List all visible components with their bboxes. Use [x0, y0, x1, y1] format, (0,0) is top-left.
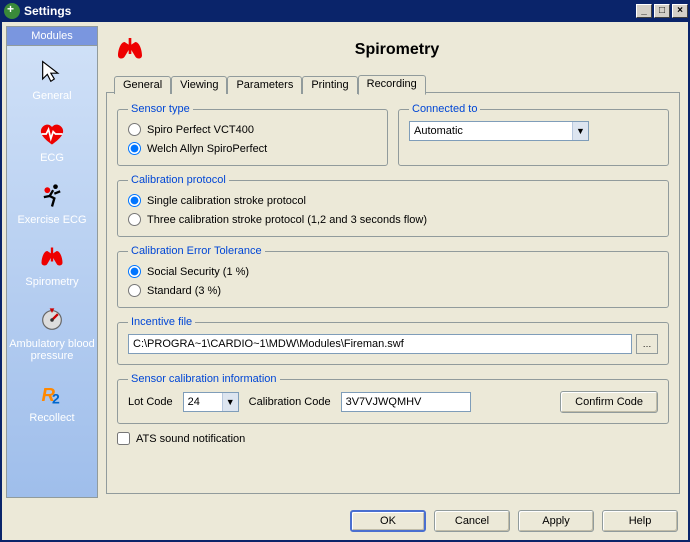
group-legend: Calibration Error Tolerance	[128, 245, 265, 257]
select-value: Automatic	[414, 125, 572, 137]
tab-strip: General Viewing Parameters Printing Reco…	[114, 74, 680, 93]
radio-err-standard[interactable]	[128, 284, 141, 297]
ok-button[interactable]: OK	[350, 510, 426, 532]
group-legend: Calibration protocol	[128, 174, 229, 186]
close-button[interactable]: ×	[672, 4, 688, 18]
module-label: General	[32, 90, 71, 102]
cursor-icon	[36, 56, 68, 88]
group-connected-to: Connected to Automatic ▼	[398, 103, 669, 166]
page-header: Spirometry	[106, 30, 680, 74]
module-label: Recollect	[29, 412, 74, 424]
browse-button[interactable]: …	[636, 334, 658, 354]
select-lot-code[interactable]: 24 ▼	[183, 392, 239, 412]
radio-sensor-spiroperfect[interactable]	[128, 142, 141, 155]
ats-sound-label: ATS sound notification	[136, 433, 245, 445]
group-legend: Sensor calibration information	[128, 373, 280, 385]
module-label: Exercise ECG	[17, 214, 86, 226]
sidebar-item-recollect[interactable]: R2 Recollect	[7, 372, 97, 434]
group-legend: Sensor type	[128, 103, 193, 115]
recollect-icon: R2	[36, 378, 68, 410]
group-legend: Incentive file	[128, 316, 195, 328]
radio-label: Single calibration stroke protocol	[147, 195, 306, 207]
tab-general[interactable]: General	[114, 76, 171, 94]
confirm-code-button[interactable]: Confirm Code	[560, 391, 658, 413]
group-sensor-calibration-info: Sensor calibration information Lot Code …	[117, 373, 669, 424]
group-sensor-type: Sensor type Spiro Perfect VCT400 Welch A…	[117, 103, 388, 166]
sidebar-item-exercise-ecg[interactable]: Exercise ECG	[7, 174, 97, 236]
radio-cal-single[interactable]	[128, 194, 141, 207]
radio-err-socialsecurity[interactable]	[128, 265, 141, 278]
bp-gauge-icon	[36, 304, 68, 336]
tab-recording[interactable]: Recording	[358, 75, 426, 95]
sidebar-item-spirometry[interactable]: Spirometry	[7, 236, 97, 298]
maximize-button[interactable]: □	[654, 4, 670, 18]
page-title: Spirometry	[154, 41, 640, 59]
module-label: ECG	[40, 152, 64, 164]
calibration-code-input[interactable]	[341, 392, 471, 412]
sidebar-item-ecg[interactable]: ECG	[7, 112, 97, 174]
radio-label: Standard (3 %)	[147, 285, 221, 297]
cancel-button[interactable]: Cancel	[434, 510, 510, 532]
radio-cal-three[interactable]	[128, 213, 141, 226]
group-calibration-protocol: Calibration protocol Single calibration …	[117, 174, 669, 237]
svg-text:2: 2	[52, 390, 60, 406]
sidebar-header: Modules	[7, 27, 97, 46]
group-calibration-error: Calibration Error Tolerance Social Secur…	[117, 245, 669, 308]
module-label: Spirometry	[25, 276, 78, 288]
minimize-button[interactable]: _	[636, 4, 652, 18]
select-connected-to[interactable]: Automatic ▼	[409, 121, 589, 141]
radio-label: Spiro Perfect VCT400	[147, 124, 254, 136]
select-value: 24	[188, 396, 222, 408]
help-button[interactable]: Help	[602, 510, 678, 532]
radio-label: Welch Allyn SpiroPerfect	[147, 143, 267, 155]
window-title: Settings	[24, 4, 634, 18]
sidebar-item-general[interactable]: General	[7, 50, 97, 112]
incentive-path-input[interactable]	[128, 334, 632, 354]
checkbox-ats-sound[interactable]	[117, 432, 130, 445]
chevron-down-icon: ▼	[222, 393, 238, 411]
radio-label: Three calibration stroke protocol (1,2 a…	[147, 214, 427, 226]
modules-sidebar: Modules General ECG	[6, 26, 98, 498]
lungs-icon	[114, 34, 146, 66]
calibration-code-label: Calibration Code	[249, 396, 331, 408]
chevron-down-icon: ▼	[572, 122, 588, 140]
tab-viewing[interactable]: Viewing	[171, 76, 227, 94]
tab-parameters[interactable]: Parameters	[227, 76, 302, 94]
app-icon	[4, 3, 20, 19]
runner-icon	[36, 180, 68, 212]
tab-panel-recording: Sensor type Spiro Perfect VCT400 Welch A…	[106, 92, 680, 494]
lot-code-label: Lot Code	[128, 396, 173, 408]
radio-sensor-vct400[interactable]	[128, 123, 141, 136]
heart-icon	[36, 118, 68, 150]
sidebar-item-ambulatory-bp[interactable]: Ambulatory blood pressure	[7, 298, 97, 372]
group-incentive-file: Incentive file …	[117, 316, 669, 365]
group-legend: Connected to	[409, 103, 480, 115]
apply-button[interactable]: Apply	[518, 510, 594, 532]
radio-label: Social Security (1 %)	[147, 266, 249, 278]
module-label: Ambulatory blood pressure	[9, 338, 95, 362]
tab-printing[interactable]: Printing	[302, 76, 357, 94]
titlebar: Settings _ □ ×	[0, 0, 690, 22]
lungs-icon	[36, 242, 68, 274]
dialog-button-bar: OK Cancel Apply Help	[2, 502, 688, 540]
